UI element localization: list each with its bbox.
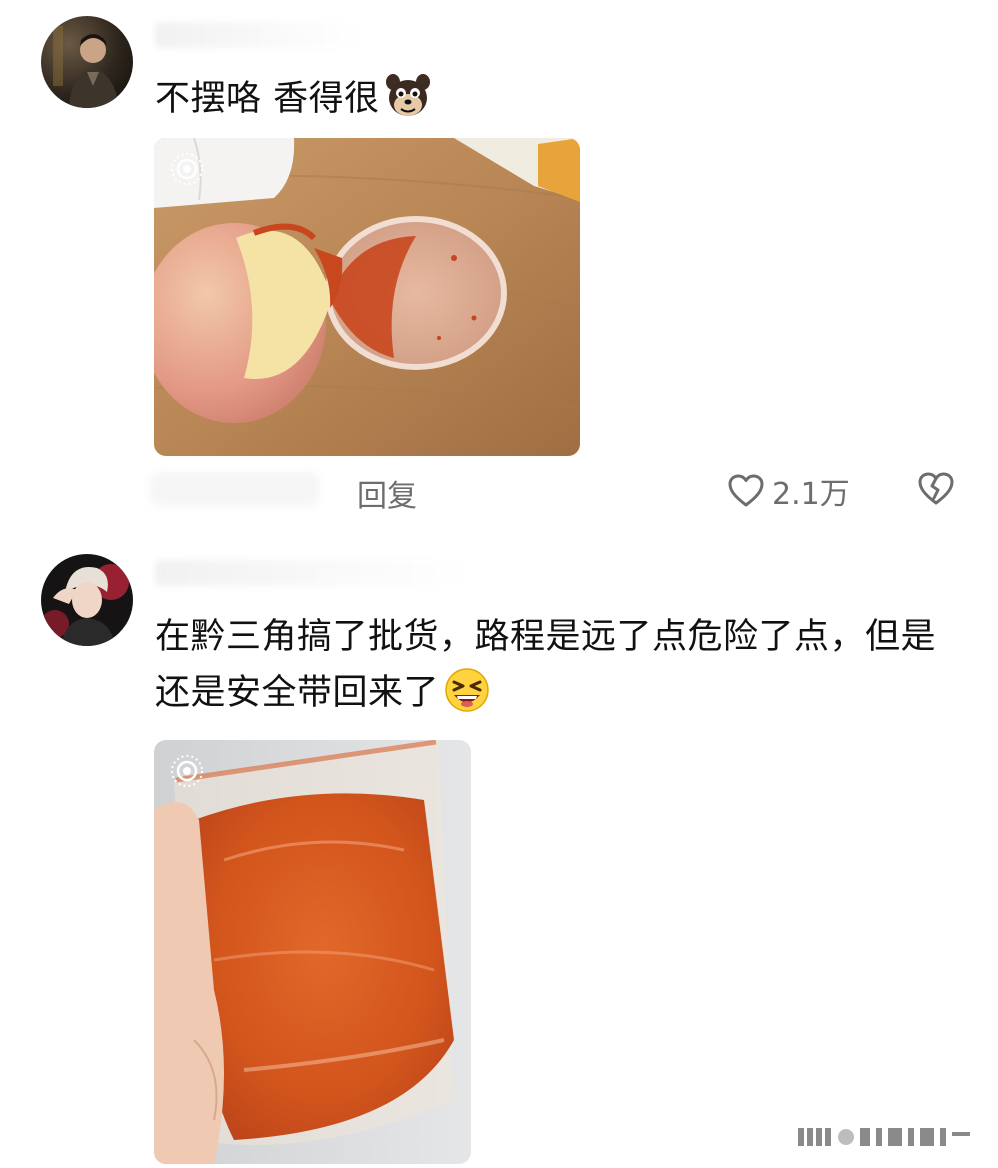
blurred-reply-hint	[150, 472, 320, 506]
avatar[interactable]	[41, 16, 133, 108]
comment-text: 不摆咯 香得很	[155, 71, 955, 127]
live-photo-icon	[171, 755, 203, 787]
like-count: 2.1万	[772, 477, 850, 512]
live-photo-icon	[171, 153, 203, 185]
broken-heart-icon	[918, 472, 954, 505]
comment-text: 在黔三角搞了批货，路程是远了点危险了点，但是还是安全带回来了	[155, 617, 937, 714]
reply-button[interactable]: 回复	[357, 471, 417, 515]
dog-face-emoji	[384, 72, 432, 120]
grinning-squint-face-emoji	[443, 666, 491, 714]
avatar[interactable]	[41, 554, 133, 646]
heart-outline-icon	[728, 474, 764, 507]
username-blurred	[155, 560, 475, 586]
dislike-button[interactable]	[916, 469, 956, 513]
username-blurred	[155, 22, 365, 48]
watermark-logo	[798, 1128, 970, 1146]
apple-with-chili-powder-photo[interactable]	[154, 138, 580, 456]
like-button[interactable]: 2.1万	[726, 469, 850, 513]
bag-of-chili-powder-photo[interactable]	[154, 740, 471, 1164]
